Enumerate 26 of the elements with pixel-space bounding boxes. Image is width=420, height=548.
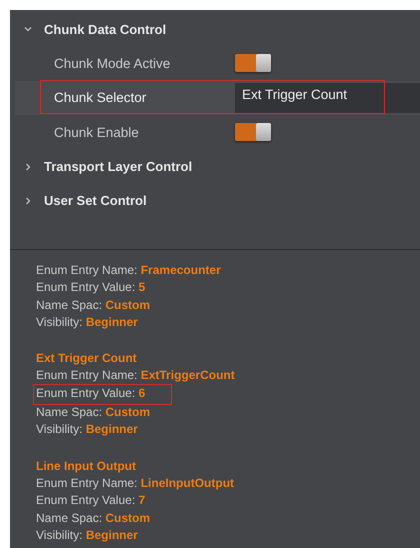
entry-field: Visibility: Beginner	[36, 526, 138, 544]
entry-field: Name Spac: Custom	[36, 296, 150, 314]
section-title[interactable]: User Set Control	[44, 193, 147, 208]
chevron-right-icon[interactable]	[24, 196, 32, 204]
entry-field: Enum Entry Name: ExtTriggerCount	[36, 367, 235, 385]
entry-field: Enum Entry Value: 5	[36, 279, 146, 297]
toggle-switch[interactable]	[235, 54, 271, 72]
parameter-label: Chunk Enable	[53, 124, 140, 140]
entry-field: Visibility: Beginner	[36, 314, 138, 332]
chevron-down-icon[interactable]	[24, 25, 32, 33]
parameter-label: Chunk Mode Active	[53, 56, 172, 71]
section-title[interactable]: Transport Layer Control	[44, 159, 192, 174]
entry-field: Visibility: Beginner	[36, 421, 138, 439]
entry-title: Ext Trigger Count	[36, 350, 138, 368]
entry-field: Enum Entry Name: LineInputOutput	[36, 474, 234, 492]
selector-field[interactable]: Ext Trigger Count	[235, 82, 420, 112]
entry-field: Enum Entry Name: Framecounter	[36, 262, 221, 280]
entry-field: Enum Entry Value: 7	[36, 492, 146, 510]
entry-title: Line Input Output	[36, 458, 137, 475]
section-title[interactable]: Chunk Data Control	[44, 22, 166, 36]
entry-field: Enum Entry Value: 6	[34, 384, 172, 404]
chevron-right-icon[interactable]	[24, 162, 32, 170]
toggle-switch[interactable]	[235, 123, 271, 142]
entry-field: Name Spac: Custom	[36, 404, 150, 422]
parameter-label: Chunk Selector	[53, 90, 148, 106]
entry-field: Name Spac: Custom	[36, 510, 150, 527]
